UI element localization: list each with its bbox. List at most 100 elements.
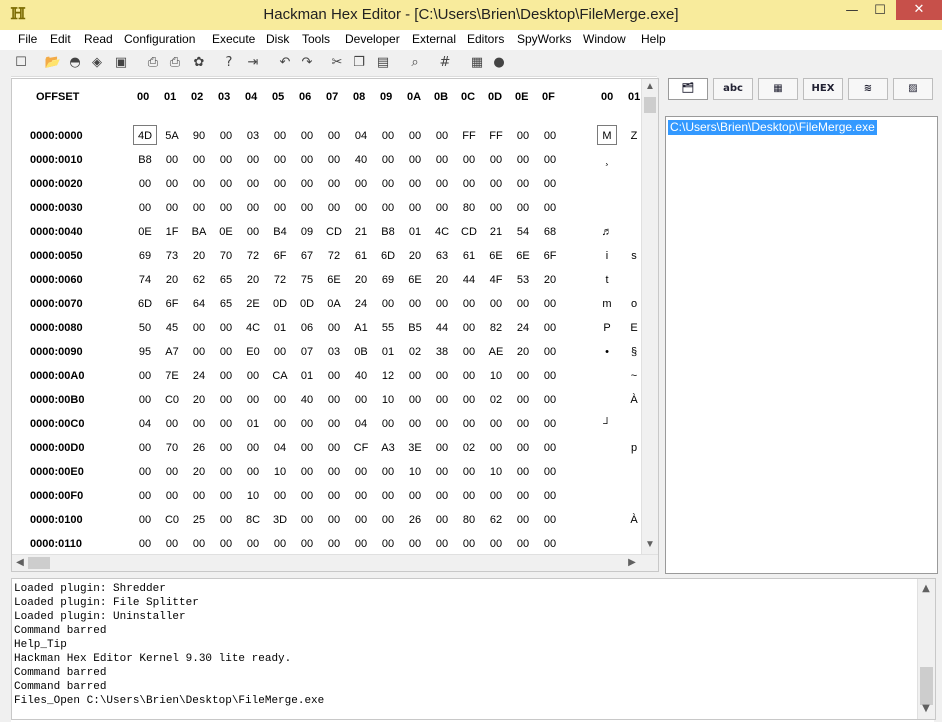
hex-byte[interactable]: 72 bbox=[269, 274, 291, 286]
hex-byte[interactable]: 21 bbox=[485, 226, 507, 238]
hex-byte[interactable]: 0D bbox=[296, 298, 318, 310]
hex-byte[interactable]: 00 bbox=[323, 154, 345, 166]
maximize-button[interactable]: ☐ bbox=[866, 0, 894, 22]
hex-byte[interactable]: 55 bbox=[377, 322, 399, 334]
hex-byte[interactable]: 04 bbox=[269, 442, 291, 454]
log-scroll-down-icon[interactable]: ▼ bbox=[918, 701, 934, 717]
hex-byte[interactable]: 20 bbox=[161, 274, 183, 286]
hex-byte[interactable]: 00 bbox=[377, 538, 399, 550]
hex-byte[interactable]: 00 bbox=[431, 490, 453, 502]
hex-byte[interactable]: A1 bbox=[350, 322, 372, 334]
hex-byte[interactable]: 00 bbox=[458, 154, 480, 166]
hex-byte[interactable]: 00 bbox=[512, 202, 534, 214]
hex-byte[interactable]: 00 bbox=[215, 538, 237, 550]
hex-byte[interactable]: 00 bbox=[350, 202, 372, 214]
hex-byte[interactable]: 20 bbox=[188, 394, 210, 406]
hex-byte[interactable]: 00 bbox=[188, 178, 210, 190]
hex-byte[interactable]: 74 bbox=[134, 274, 156, 286]
char-cell[interactable]: o bbox=[627, 298, 641, 310]
menu-spyworks[interactable]: SpyWorks bbox=[517, 32, 571, 46]
hex-byte[interactable]: B4 bbox=[269, 226, 291, 238]
hex-byte[interactable]: 10 bbox=[242, 490, 264, 502]
char-cell[interactable]: À bbox=[627, 394, 641, 406]
hex-byte[interactable]: 00 bbox=[323, 370, 345, 382]
minimize-button[interactable]: — bbox=[838, 0, 866, 22]
hex-byte[interactable]: 68 bbox=[539, 226, 561, 238]
hex-byte[interactable]: 00 bbox=[215, 490, 237, 502]
hex-byte[interactable]: 00 bbox=[134, 442, 156, 454]
hex-byte[interactable]: 00 bbox=[134, 514, 156, 526]
hex-byte[interactable]: 00 bbox=[539, 178, 561, 190]
goto-icon[interactable]: # bbox=[436, 54, 454, 72]
hex-byte[interactable]: 44 bbox=[458, 274, 480, 286]
hex-byte[interactable]: 00 bbox=[431, 202, 453, 214]
hex-byte[interactable]: 20 bbox=[404, 250, 426, 262]
hex-vertical-scroll-thumb[interactable] bbox=[644, 97, 656, 113]
char-cell[interactable]: i bbox=[600, 250, 614, 262]
hex-byte[interactable]: 10 bbox=[485, 466, 507, 478]
hex-byte[interactable]: 00 bbox=[431, 514, 453, 526]
hex-byte[interactable]: 10 bbox=[377, 394, 399, 406]
hex-byte[interactable]: 00 bbox=[485, 418, 507, 430]
print-preview-icon[interactable]: ⎙ bbox=[166, 54, 184, 72]
hex-byte[interactable]: 69 bbox=[134, 250, 156, 262]
hex-byte[interactable]: CF bbox=[350, 442, 372, 454]
menu-execute[interactable]: Execute bbox=[212, 32, 255, 46]
hex-byte[interactable]: 24 bbox=[188, 370, 210, 382]
hex-byte[interactable]: 45 bbox=[161, 322, 183, 334]
hex-byte[interactable]: 00 bbox=[269, 130, 291, 142]
hex-byte[interactable]: 02 bbox=[458, 442, 480, 454]
hex-byte[interactable]: 00 bbox=[215, 442, 237, 454]
hex-byte[interactable]: 01 bbox=[377, 346, 399, 358]
hex-byte[interactable]: 4C bbox=[242, 322, 264, 334]
open-folder-icon[interactable]: 📂 bbox=[44, 54, 62, 72]
hex-byte[interactable]: 20 bbox=[188, 250, 210, 262]
hex-byte[interactable]: 00 bbox=[431, 418, 453, 430]
char-cell[interactable]: m bbox=[600, 298, 614, 310]
cut-icon[interactable]: ✂ bbox=[328, 54, 346, 72]
hex-byte[interactable]: 5A bbox=[161, 130, 183, 142]
hex-byte[interactable]: 65 bbox=[215, 274, 237, 286]
hex-byte[interactable]: 00 bbox=[458, 178, 480, 190]
char-cell[interactable]: ┘ bbox=[600, 418, 614, 430]
hex-byte[interactable]: 02 bbox=[485, 394, 507, 406]
char-cell[interactable]: ♬ bbox=[600, 226, 614, 238]
help-icon[interactable]: ? bbox=[220, 54, 238, 72]
plugins-tab[interactable]: ▨ bbox=[893, 78, 933, 100]
hex-byte[interactable]: 24 bbox=[350, 298, 372, 310]
hex-byte[interactable]: 00 bbox=[215, 154, 237, 166]
hex-byte[interactable]: CD bbox=[323, 226, 345, 238]
hex-byte[interactable]: 00 bbox=[512, 394, 534, 406]
hex-byte[interactable]: 70 bbox=[161, 442, 183, 454]
close-button[interactable]: ✕ bbox=[896, 0, 942, 20]
hex-byte[interactable]: B8 bbox=[377, 226, 399, 238]
hex-byte[interactable]: 00 bbox=[161, 490, 183, 502]
calculator-icon[interactable]: ▦ bbox=[468, 54, 486, 72]
hex-byte[interactable]: 90 bbox=[188, 130, 210, 142]
hex-byte[interactable]: 00 bbox=[188, 490, 210, 502]
hex-byte[interactable]: 00 bbox=[404, 394, 426, 406]
char-cell[interactable]: § bbox=[627, 346, 641, 358]
hex-byte[interactable]: 00 bbox=[215, 514, 237, 526]
hex-byte[interactable]: 00 bbox=[404, 154, 426, 166]
hex-byte[interactable]: 00 bbox=[161, 418, 183, 430]
hex-byte[interactable]: 00 bbox=[485, 298, 507, 310]
hex-byte[interactable]: 00 bbox=[242, 154, 264, 166]
hex-byte[interactable]: B5 bbox=[404, 322, 426, 334]
hex-byte[interactable]: 0E bbox=[134, 226, 156, 238]
hex-byte[interactable]: 00 bbox=[431, 466, 453, 478]
hex-byte[interactable]: 00 bbox=[350, 178, 372, 190]
char-cell[interactable]: t bbox=[600, 274, 614, 286]
char-cell[interactable]: E bbox=[627, 322, 641, 334]
hex-byte[interactable]: 00 bbox=[296, 442, 318, 454]
hex-byte[interactable]: 00 bbox=[431, 130, 453, 142]
char-cell[interactable]: M bbox=[600, 130, 614, 142]
hex-byte[interactable]: 00 bbox=[431, 154, 453, 166]
hex-byte[interactable]: 00 bbox=[323, 490, 345, 502]
hex-byte[interactable]: 06 bbox=[296, 322, 318, 334]
internet-icon[interactable]: ● bbox=[490, 54, 508, 72]
scroll-left-icon[interactable]: ◀ bbox=[12, 555, 28, 571]
hex-byte[interactable]: C0 bbox=[161, 394, 183, 406]
hex-byte[interactable]: 6F bbox=[539, 250, 561, 262]
hex-byte[interactable]: 00 bbox=[377, 298, 399, 310]
